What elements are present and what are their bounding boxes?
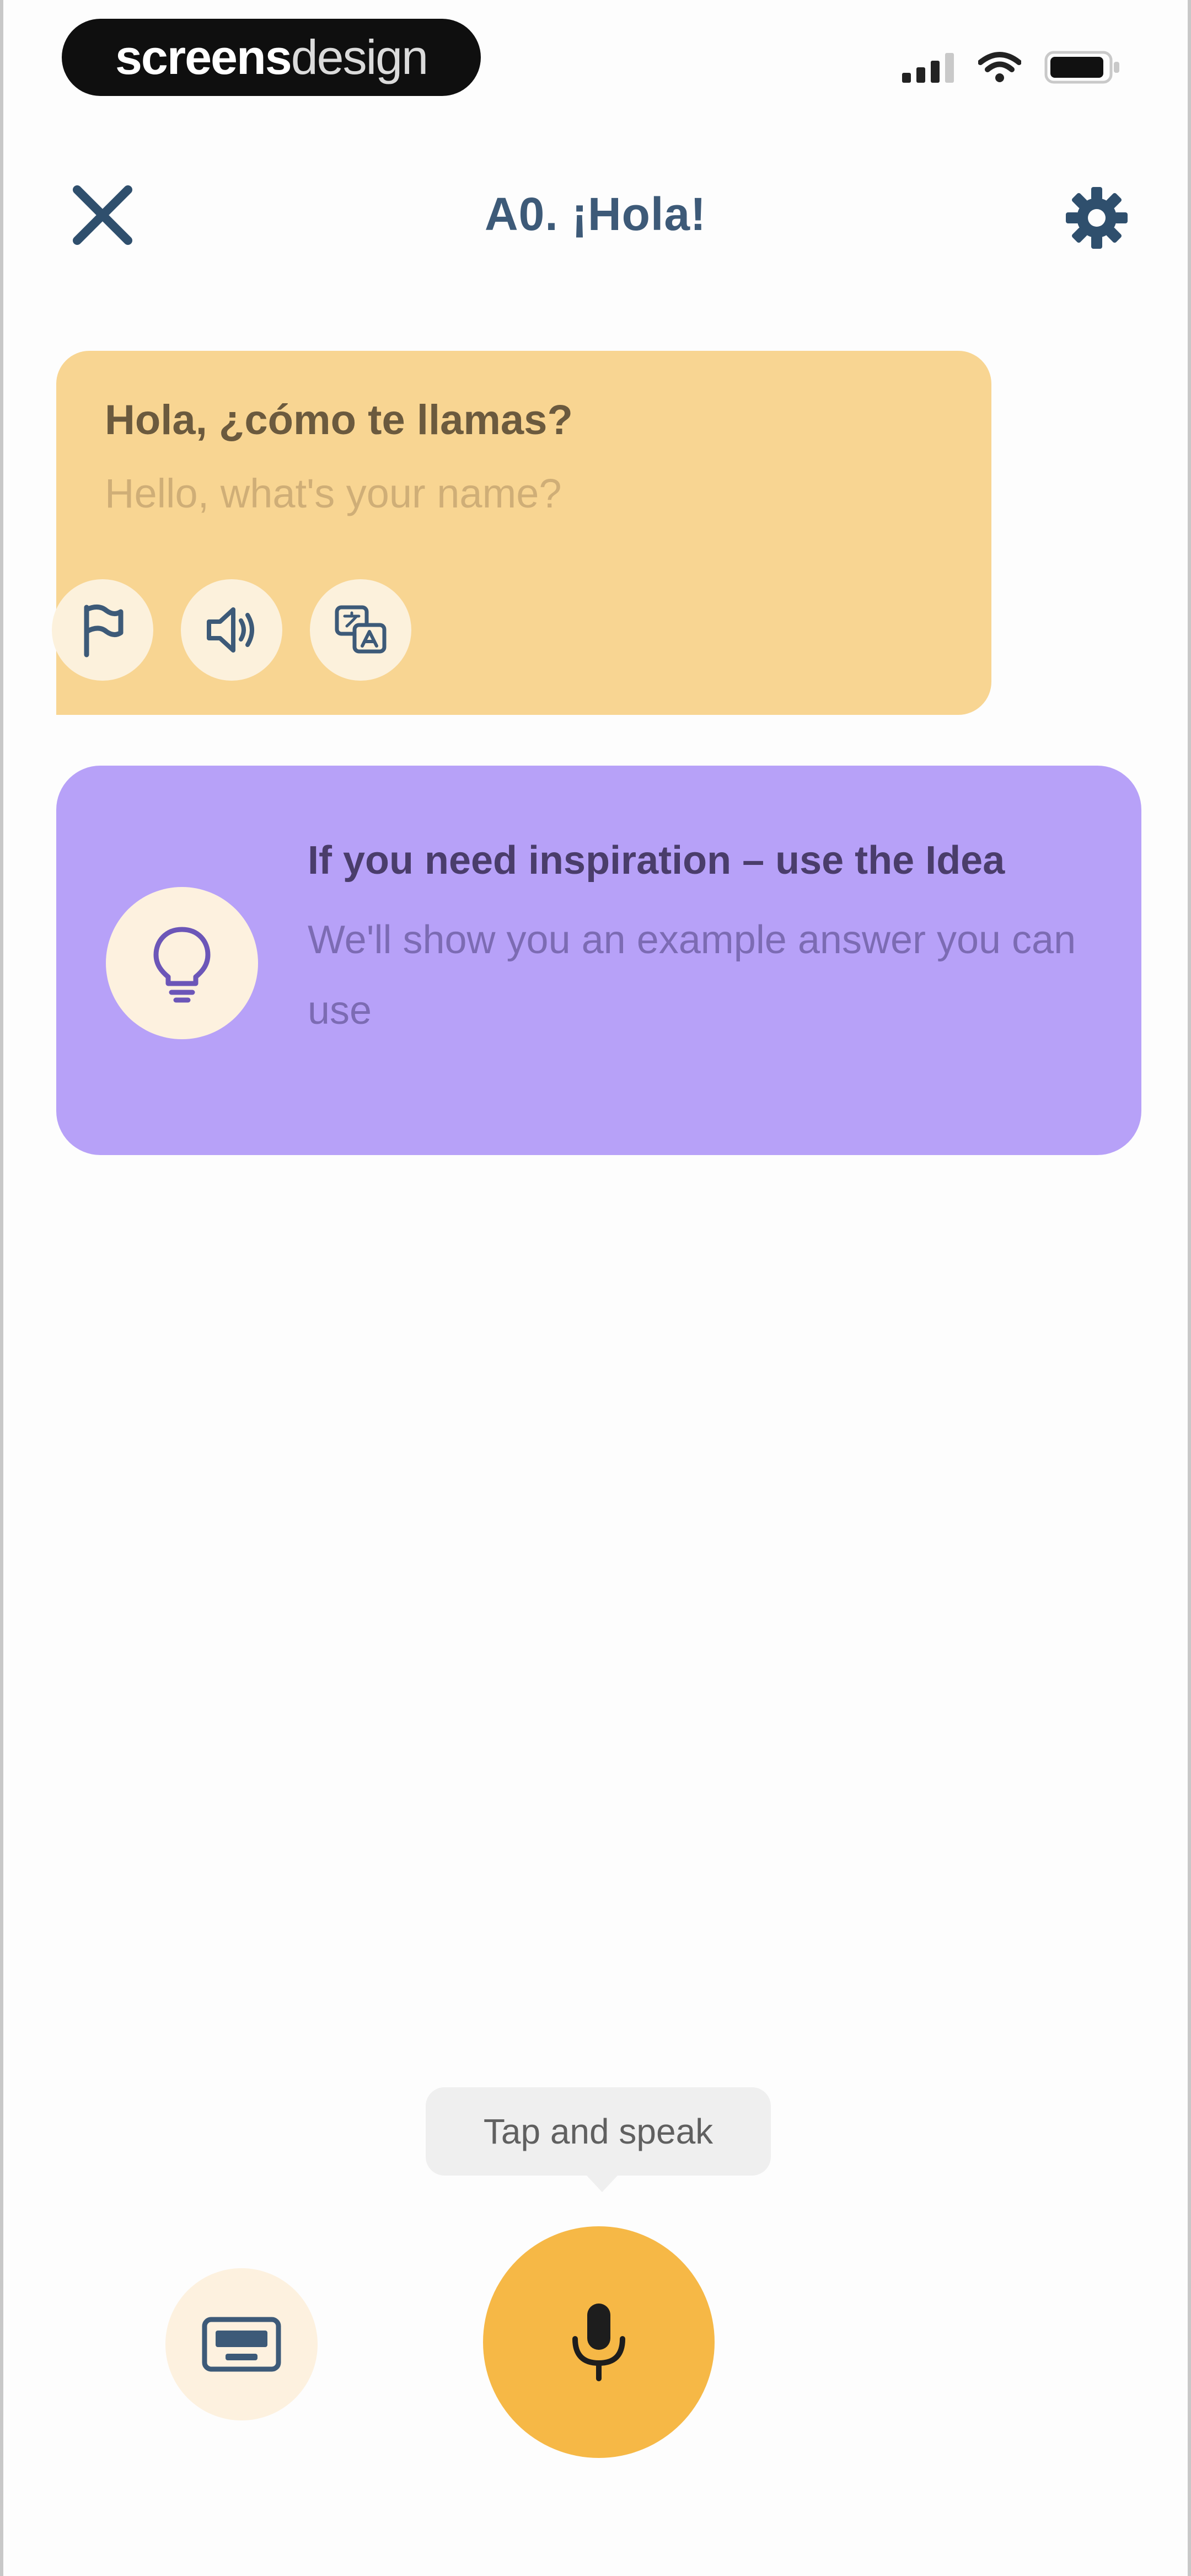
translate-icon [335,605,387,654]
screen: screensdesign A0. ¡Hola! Hola, ¿cómo te … [0,0,1191,2576]
battery-icon [1044,51,1122,87]
idea-icon-button [106,887,258,1039]
header: A0. ¡Hola! [3,165,1188,254]
speak-tooltip: Tap and speak [426,2087,771,2176]
brand-light-text: design [291,30,428,84]
hint-subtitle: We'll show you an example answer you can… [308,918,1076,1033]
keyboard-icon [202,2317,281,2372]
wifi-icon [978,51,1022,86]
lesson-title: A0. ¡Hola! [484,188,707,240]
lightbulb-icon [153,927,211,1003]
translate-button[interactable] [310,579,411,681]
report-button[interactable] [52,579,153,681]
signal-icon [902,52,955,85]
hint-title: If you need inspiration – use the Idea [308,838,1005,883]
settings-button[interactable] [1055,177,1138,259]
message-translation: Hello, what's your name? [105,471,562,517]
speaker-icon [207,607,254,653]
idea-hint-card[interactable]: If you need inspiration – use the Idea W… [56,766,1141,1155]
microphone-button[interactable] [483,2226,715,2458]
flag-icon [84,605,124,658]
message-actions [52,579,411,681]
brand-bold-text: screens [115,30,292,84]
status-icons [902,51,1122,87]
tooltip-arrow [587,2176,618,2192]
hint-text: If you need inspiration – use the Idea W… [308,825,1080,1046]
keyboard-button[interactable] [165,2268,318,2420]
brand-watermark: screensdesign [62,19,481,96]
play-audio-button[interactable] [181,579,282,681]
microphone-icon [572,2304,625,2381]
gear-icon [1066,187,1128,249]
message-text: Hola, ¿cómo te llamas? [105,397,573,443]
